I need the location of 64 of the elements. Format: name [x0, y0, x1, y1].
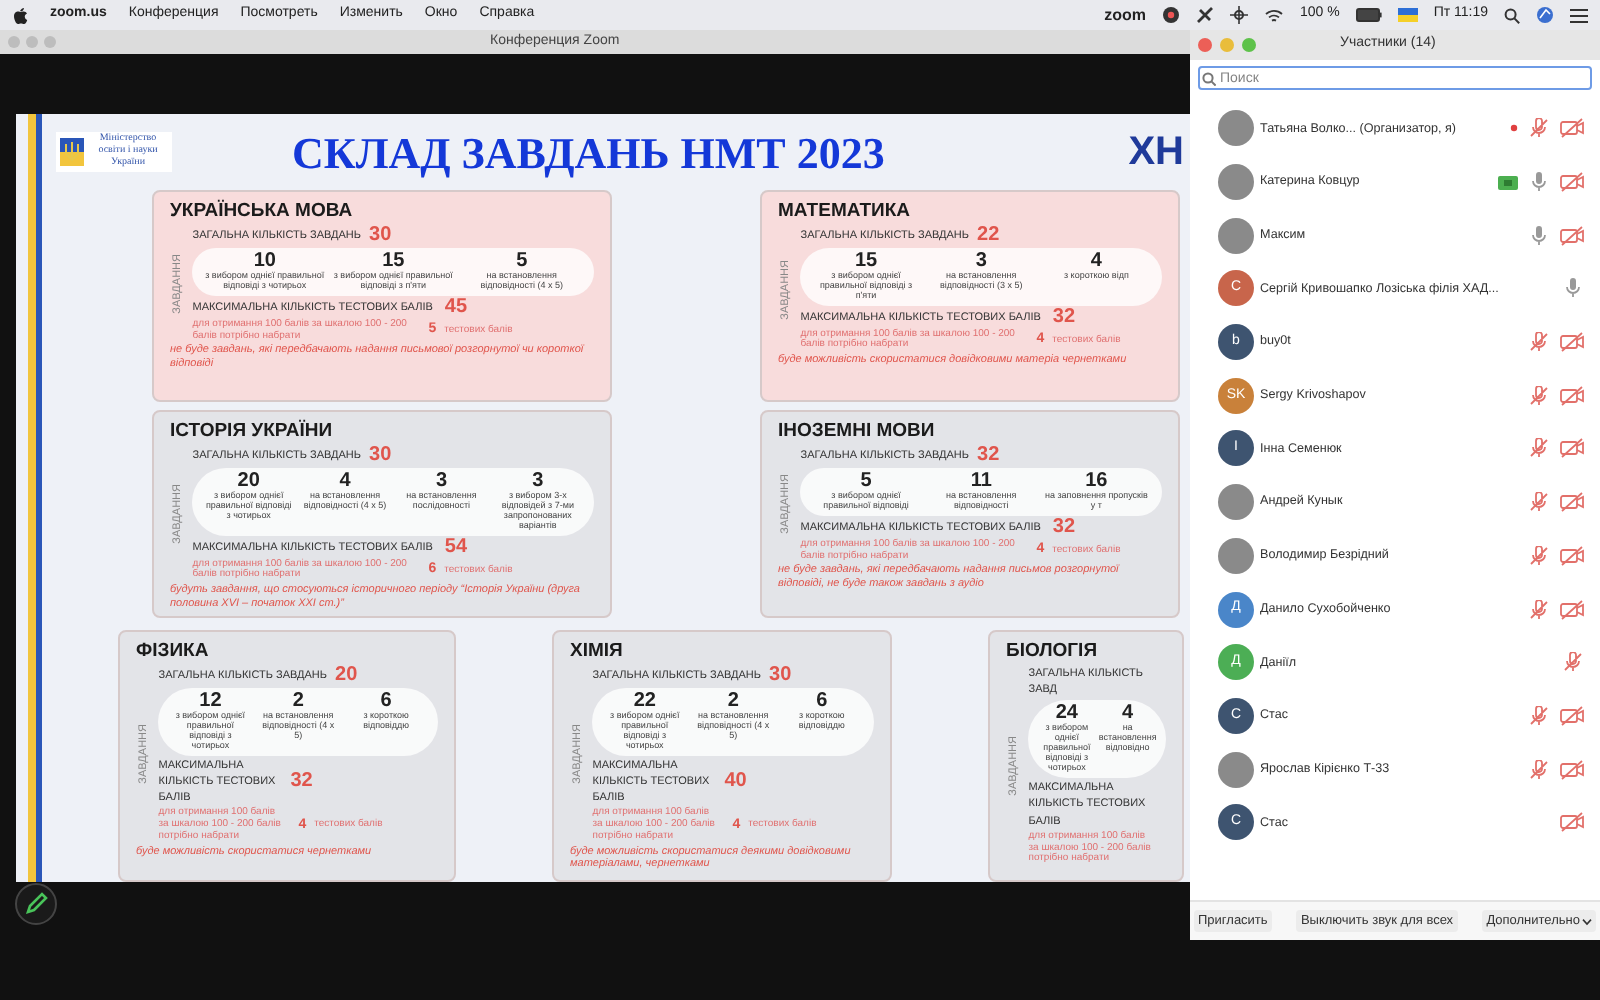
task-count: 5: [516, 251, 528, 272]
avatar-photo-placeholder: [1218, 484, 1254, 521]
card-heading: ІСТОРІЯ УКРАЇНИ: [170, 420, 335, 444]
task-count: 3: [532, 471, 544, 492]
avatar-photo-placeholder: [1218, 164, 1254, 201]
avatar-photo-placeholder: [1218, 217, 1254, 254]
battery-icon[interactable]: [1355, 8, 1382, 22]
flag-icon[interactable]: [1397, 8, 1418, 22]
max-score: 32: [1052, 307, 1076, 328]
card-heading: ФІЗИКА: [136, 640, 211, 664]
status-icon[interactable]: [1161, 6, 1180, 24]
task-count: 20: [237, 471, 260, 492]
card-heading: ХІМІЯ: [570, 640, 625, 664]
card-heading: БІОЛОГІЯ: [1006, 640, 1100, 664]
total-count: 30: [369, 225, 392, 246]
pencil-icon[interactable]: [14, 882, 58, 926]
search-icon[interactable]: [1504, 7, 1520, 23]
task-count: 3: [435, 471, 447, 492]
total-count: 20: [335, 665, 358, 686]
chevron-icon: [1581, 917, 1592, 925]
card-heading: УКРАЇНСЬКА МОВА: [170, 200, 355, 224]
avatar-photo-placeholder: [1218, 751, 1254, 788]
total-count: 22: [977, 225, 1000, 246]
logo-letters: ХН: [1128, 132, 1184, 172]
task-count: 6: [816, 691, 828, 712]
zoom-status-label[interactable]: zoom: [1104, 3, 1146, 27]
search-icon: [1202, 71, 1216, 85]
status-icon[interactable]: [1229, 6, 1248, 24]
max-score: 45: [444, 297, 468, 318]
avatar-photo-placeholder: [1218, 110, 1254, 147]
task-count: 2: [727, 691, 739, 712]
task-count: 6: [380, 691, 392, 712]
task-count: 16: [1085, 471, 1108, 492]
card-heading: МАТЕМАТИКА: [778, 200, 913, 224]
avatar-photo-placeholder: [1218, 537, 1254, 574]
apple-icon: [12, 6, 28, 24]
task-count: 24: [1055, 704, 1078, 725]
task-count: 12: [199, 691, 222, 712]
task-count: 10: [253, 251, 276, 272]
max-score: 32: [290, 772, 313, 792]
total-count: 30: [369, 445, 392, 466]
close-button[interactable]: [1198, 38, 1212, 52]
trident-icon: [60, 138, 84, 166]
card-heading: ІНОЗЕМНІ МОВИ: [778, 420, 937, 444]
wifi-icon[interactable]: [1263, 7, 1284, 23]
slide-title: СКЛАД ЗАВДАНЬ НМТ 2023: [292, 125, 885, 182]
task-count: 11: [970, 471, 992, 492]
max-score: 32: [1052, 517, 1076, 538]
task-count: 5: [860, 471, 872, 492]
total-count: 30: [769, 665, 792, 686]
task-count: 2: [292, 691, 304, 712]
task-count: 4: [1122, 704, 1134, 725]
task-count: 22: [633, 691, 656, 712]
task-count: 4: [339, 471, 351, 492]
task-count: 4: [1090, 251, 1102, 272]
task-count: 15: [382, 251, 405, 272]
task-count: 3: [975, 251, 987, 272]
globe-icon[interactable]: [1536, 6, 1554, 24]
total-count: 32: [977, 445, 1000, 466]
max-score: 40: [724, 772, 747, 792]
status-icon[interactable]: [1195, 6, 1214, 24]
list-icon[interactable]: [1570, 7, 1588, 23]
max-score: 54: [444, 537, 468, 558]
task-count: 15: [854, 251, 878, 272]
